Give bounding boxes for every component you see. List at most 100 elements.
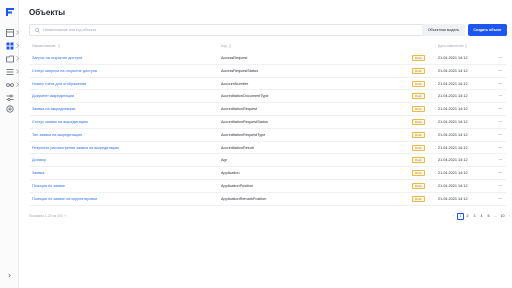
range-text: Показано 1-20 из 200	[29, 214, 63, 218]
sort-icon[interactable]	[228, 44, 232, 48]
object-code: AccountNumber	[221, 81, 249, 86]
table-row[interactable]: Заявка Application Draft 21.04.2021 14:12 ··…	[29, 167, 507, 180]
row-menu-icon[interactable]: ···	[496, 132, 504, 138]
table-row[interactable]: Номер счета для отображения AccountNumber…	[29, 78, 507, 91]
row-menu-icon[interactable]: ···	[496, 81, 504, 87]
object-name-link[interactable]: Позиция по заявке на корректировки	[32, 197, 97, 201]
table-row[interactable]: Статус заявки на аккредитацию Accreditati…	[29, 116, 507, 129]
object-code: AccreditationDocumentType	[221, 94, 269, 99]
status-badge: Draft	[412, 67, 425, 74]
pagination: ‹ 1 2 3 4 5 ... 10 ›	[450, 212, 512, 220]
table-row[interactable]: Заявка на аккредитацию AccreditationReque…	[29, 103, 507, 116]
nav-list-icon[interactable]	[4, 67, 19, 76]
row-menu-icon[interactable]: ···	[496, 170, 504, 176]
object-name-link[interactable]: Заявка на аккредитацию	[32, 107, 76, 111]
table-row[interactable]: Тип заявки на аккредитацию AccreditationR…	[29, 129, 507, 142]
table-row[interactable]: Результат рассмотрения заявки на аккреди…	[29, 142, 507, 155]
app-logo-icon[interactable]	[5, 7, 15, 17]
status-badge: Draft	[412, 182, 425, 189]
row-menu-icon[interactable]: ···	[496, 183, 504, 189]
changed-date: 21.04.2021 14:12	[438, 94, 468, 99]
object-code: Agr	[221, 158, 227, 163]
header-changed[interactable]: Дата изменения	[438, 44, 468, 48]
table-row[interactable]: Позиция по заявке ApplicationPosition Draf…	[29, 180, 507, 193]
nav-settings-icon[interactable]	[4, 104, 16, 113]
table-row[interactable]: Документ аккредитации AccreditationDocume…	[29, 90, 507, 104]
status-badge: Draft	[412, 55, 425, 61]
status-badge: Draft	[412, 93, 425, 100]
page-title: Объекты	[29, 8, 66, 17]
object-model-button[interactable]: Объектная модель	[422, 24, 465, 36]
header-name-label: Наименование	[32, 44, 56, 48]
changed-date: 21.04.2021 14:12	[438, 171, 468, 176]
page-button[interactable]: 4	[478, 213, 485, 220]
row-menu-icon[interactable]: ···	[496, 145, 504, 151]
search-input[interactable]	[43, 25, 424, 35]
sort-icon[interactable]	[57, 44, 61, 48]
object-code: AccreditationRequestType	[221, 132, 266, 137]
page-size-selector[interactable]: Показано 1-20 из 200	[29, 214, 67, 218]
header-code[interactable]: Код	[221, 44, 232, 48]
create-object-button[interactable]: Создать объект	[468, 24, 507, 36]
status-badge: Draft	[412, 106, 425, 113]
changed-date: 21.04.2021 14:12	[438, 81, 468, 86]
table-row[interactable]: Договор Agr Draft 21.04.2021 14:12 ···	[29, 154, 507, 168]
main-content: Объекты Объектная модель Создать объект …	[19, 0, 512, 288]
page-ellipsis: ...	[494, 214, 497, 218]
changed-date: 21.04.2021 14:12	[438, 107, 468, 112]
search-bar[interactable]	[29, 24, 436, 36]
status-badge: Draft	[412, 80, 425, 87]
changed-date: 21.04.2021 14:12	[438, 68, 468, 73]
icon-rail	[0, 0, 19, 288]
object-name-link[interactable]: Заявка	[32, 171, 44, 175]
row-menu-icon[interactable]: ···	[496, 93, 504, 99]
object-name-link[interactable]: Запрос на открытие доступа	[32, 56, 82, 60]
prev-page-button[interactable]: ‹	[450, 213, 457, 220]
object-name-link[interactable]: Тип заявки на аккредитацию	[32, 133, 82, 137]
chevron-down-icon	[64, 215, 67, 217]
nav-integrations-icon[interactable]	[4, 80, 19, 89]
object-code: AccreditationResult	[221, 145, 254, 150]
header-changed-label: Дата изменения	[438, 44, 464, 48]
row-menu-icon[interactable]: ···	[496, 119, 504, 125]
object-name-link[interactable]: Договор	[32, 158, 46, 162]
object-name-link[interactable]: Позиция по заявке	[32, 184, 65, 188]
page-button[interactable]: 10	[499, 213, 506, 220]
changed-date: 21.04.2021 14:12	[438, 145, 468, 150]
table-row[interactable]: Статус запроса на открытие доступа Access…	[29, 65, 507, 78]
object-code: AccessRequestStatus	[221, 68, 259, 73]
table-row[interactable]: Запрос на открытие доступа AccessRequest D…	[29, 52, 507, 65]
object-code: AccessRequest	[221, 56, 248, 60]
object-name-link[interactable]: Статус запроса на открытие доступа	[32, 69, 97, 73]
object-name-link[interactable]: Результат рассмотрения заявки на аккреди…	[32, 146, 119, 150]
nav-folders-icon[interactable]	[4, 54, 19, 63]
row-menu-icon[interactable]: ···	[496, 106, 504, 112]
next-page-button[interactable]: ›	[506, 213, 512, 220]
table-row[interactable]: Позиция по заявке на корректировки Applic…	[29, 193, 507, 206]
status-badge: Draft	[412, 144, 425, 151]
row-menu-icon[interactable]: ···	[496, 157, 504, 163]
row-menu-icon[interactable]: ···	[496, 55, 504, 61]
nav-objects-icon[interactable]	[4, 41, 19, 50]
table-body: Запрос на открытие доступа AccessRequest D…	[29, 52, 507, 206]
sort-icon[interactable]	[464, 44, 468, 48]
nav-filters-icon[interactable]	[4, 93, 16, 102]
page-button[interactable]: 2	[464, 213, 471, 220]
nav-dashboard-icon[interactable]	[4, 28, 19, 37]
object-code: Application	[221, 171, 240, 176]
page-button[interactable]: 3	[471, 213, 478, 220]
header-name[interactable]: Наименование	[32, 44, 61, 48]
expand-sidebar-icon[interactable]	[5, 271, 14, 280]
page-button[interactable]: 5	[485, 213, 492, 220]
object-name-link[interactable]: Документ аккредитации	[32, 94, 74, 98]
page-button[interactable]: 1	[457, 212, 464, 220]
status-badge: Draft	[412, 118, 425, 125]
object-code: ApplicationPosition	[221, 183, 254, 188]
object-name-link[interactable]: Статус заявки на аккредитацию	[32, 120, 88, 124]
object-name-link[interactable]: Номер счета для отображения	[32, 82, 86, 86]
changed-date: 21.04.2021 14:12	[438, 183, 468, 188]
search-icon	[33, 26, 42, 35]
status-badge: Draft	[412, 195, 425, 202]
row-menu-icon[interactable]: ···	[496, 196, 504, 202]
row-menu-icon[interactable]: ···	[496, 68, 504, 74]
